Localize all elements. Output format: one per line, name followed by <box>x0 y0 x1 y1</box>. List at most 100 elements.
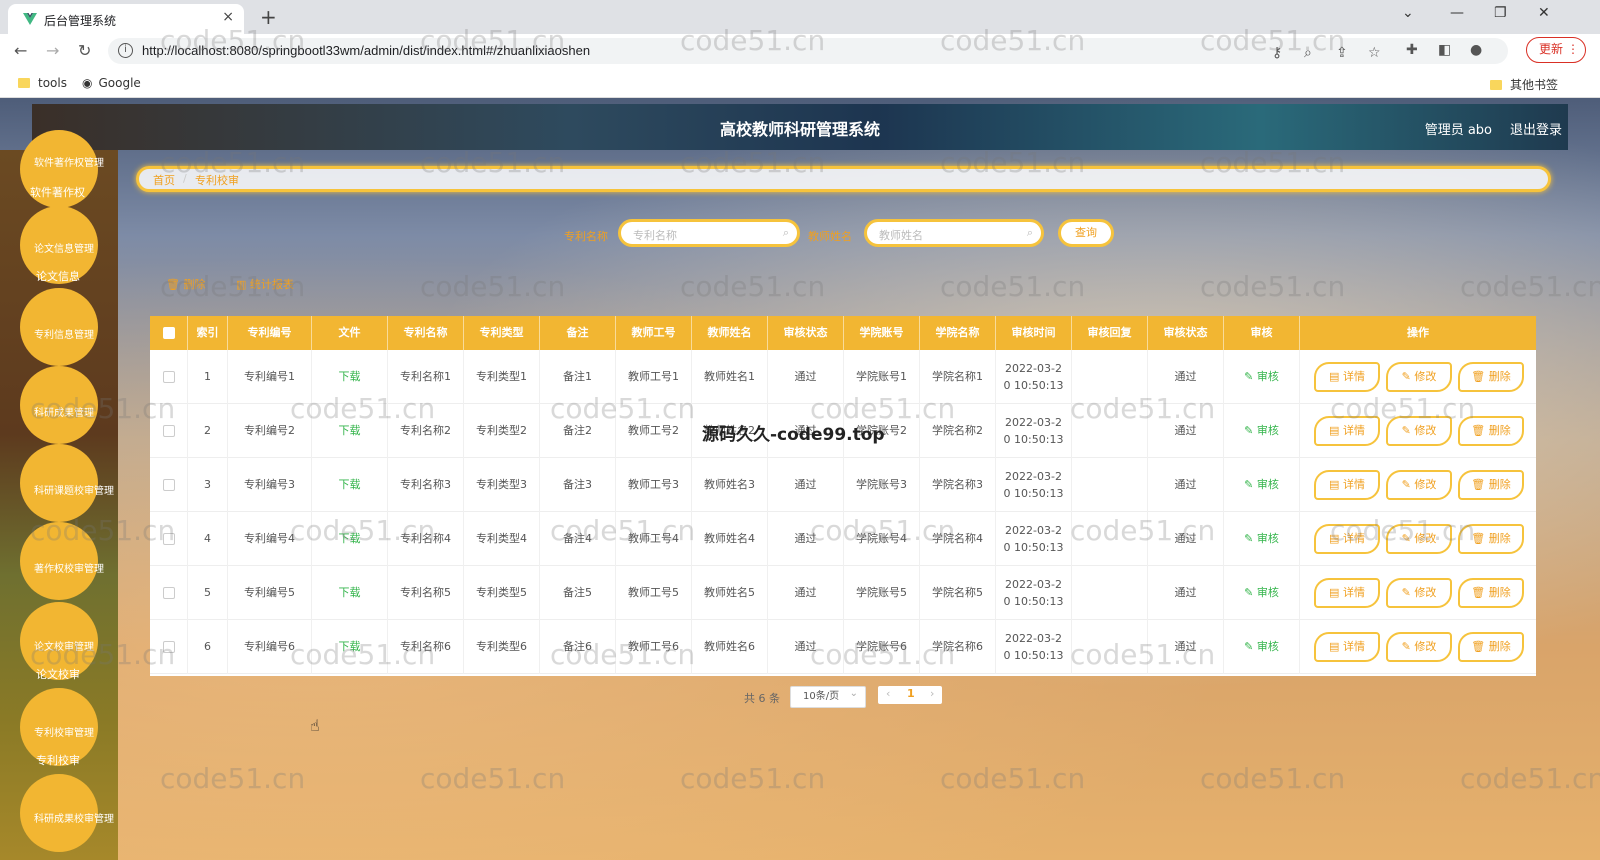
site-title: 高校教师科研管理系统 <box>719 120 880 139</box>
row-checkbox[interactable] <box>163 641 175 653</box>
zoom-icon[interactable]: ⌕ <box>1304 45 1312 61</box>
audit-link[interactable]: ✎ 审核 <box>1224 404 1300 458</box>
update-button[interactable]: 更新 ⋮ <box>1526 37 1586 63</box>
header-cell: 专利编号 <box>228 316 312 350</box>
edit-button[interactable]: ✎ 修改 <box>1386 470 1452 500</box>
reload-icon[interactable]: ↻ <box>78 41 91 60</box>
sidebar-subitem-label[interactable]: 软件著作权 <box>30 184 85 200</box>
patent-name-input[interactable]: 专利名称 ⌕ <box>618 219 800 247</box>
row-checkbox[interactable] <box>163 371 175 383</box>
audit-time-cell: 2022-03-2 0 10:50:13 <box>996 404 1072 458</box>
page-number-current[interactable]: 1 <box>907 687 915 700</box>
header-select-all[interactable] <box>150 316 188 350</box>
audit-link[interactable]: ✎ 审核 <box>1224 566 1300 620</box>
download-link[interactable]: 下载 <box>312 512 388 566</box>
batch-delete-label: 删除 <box>183 278 206 291</box>
detail-button[interactable]: ▤ 详情 <box>1314 416 1380 446</box>
teacher-name-placeholder: 教师姓名 <box>879 229 923 242</box>
delete-button[interactable]: 🗑 删除 <box>1458 578 1524 608</box>
sidebar-item-label: 著作权校审管理 <box>34 564 104 575</box>
logout-link[interactable]: 退出登录 <box>1510 119 1562 138</box>
back-icon[interactable]: ← <box>14 41 27 60</box>
site-info-icon[interactable]: i <box>118 43 133 58</box>
next-page-icon[interactable]: › <box>930 687 934 700</box>
tab-close-icon[interactable]: × <box>222 9 234 25</box>
audit-link[interactable]: ✎ 审核 <box>1224 512 1300 566</box>
window-close-icon[interactable]: ✕ <box>1538 5 1550 21</box>
bookmark-tools[interactable]: tools <box>18 76 67 90</box>
delete-button[interactable]: 🗑 删除 <box>1458 362 1524 392</box>
forward-icon[interactable]: → <box>46 41 59 60</box>
edit-button[interactable]: ✎ 修改 <box>1386 362 1452 392</box>
teacher-name-input[interactable]: 教师姓名 ⌕ <box>864 219 1044 247</box>
row-checkbox[interactable] <box>163 533 175 545</box>
doc-icon: ▤ <box>1329 532 1340 545</box>
status-cell: 通过 <box>1148 512 1224 566</box>
row-select-cell[interactable] <box>150 512 188 566</box>
stats-report-button[interactable]: ▥ 统计报表 <box>236 276 294 292</box>
audit-link[interactable]: ✎ 审核 <box>1224 350 1300 404</box>
prev-page-icon[interactable]: ‹ <box>886 687 890 700</box>
edit-button[interactable]: ✎ 修改 <box>1386 524 1452 554</box>
row-checkbox[interactable] <box>163 587 175 599</box>
url-text[interactable]: http://localhost:8080/springbootl33wm/ad… <box>142 43 590 58</box>
download-link[interactable]: 下载 <box>312 566 388 620</box>
table-row: 4 专利编号4 下载 专利名称4 专利类型4 备注4 教师工号4 教师姓名4 通过 学院账号4 学院… <box>150 512 1536 566</box>
key-icon[interactable]: ⚷ <box>1272 45 1282 61</box>
share-icon[interactable]: ⇪ <box>1336 45 1348 61</box>
other-bookmarks[interactable]: 其他书签 <box>1490 76 1558 93</box>
college-cell: 学院名称4 <box>920 512 996 566</box>
row-select-cell[interactable] <box>150 350 188 404</box>
edit-button[interactable]: ✎ 修改 <box>1386 632 1452 662</box>
extensions-icon[interactable]: ✚ <box>1406 42 1418 58</box>
delete-button[interactable]: 🗑 删除 <box>1458 416 1524 446</box>
minimize-icon[interactable]: — <box>1450 5 1464 21</box>
delete-button[interactable]: 🗑 删除 <box>1458 470 1524 500</box>
doc-icon: ▤ <box>1329 478 1340 491</box>
bookmark-label: Google <box>98 76 141 90</box>
row-select-cell[interactable] <box>150 458 188 512</box>
sidebar-subitem-label[interactable]: 专利校审 <box>36 752 80 768</box>
audit-link[interactable]: ✎ 审核 <box>1224 458 1300 512</box>
audit-link[interactable]: ✎ 审核 <box>1224 620 1300 674</box>
detail-button[interactable]: ▤ 详情 <box>1314 632 1380 662</box>
download-link[interactable]: 下载 <box>312 458 388 512</box>
bookmark-star-icon[interactable]: ☆ <box>1368 45 1381 61</box>
batch-delete-button[interactable]: 🗑 删除 <box>166 276 205 292</box>
row-checkbox[interactable] <box>163 425 175 437</box>
sidebar-subitem-label[interactable]: 论文校审 <box>36 666 80 682</box>
row-checkbox[interactable] <box>163 479 175 491</box>
detail-button[interactable]: ▤ 详情 <box>1314 524 1380 554</box>
restore-icon[interactable]: ❐ <box>1494 5 1507 21</box>
side-panel-icon[interactable]: ◧ <box>1438 42 1451 58</box>
sidebar-item-label: 软件著作权管理 <box>34 158 104 169</box>
detail-button[interactable]: ▤ 详情 <box>1314 470 1380 500</box>
page-size-select[interactable]: 10条/页 <box>790 684 866 708</box>
edit-button[interactable]: ✎ 修改 <box>1386 416 1452 446</box>
bookmark-google[interactable]: ◉ Google <box>82 76 141 90</box>
row-select-cell[interactable] <box>150 404 188 458</box>
download-link[interactable]: 下载 <box>312 350 388 404</box>
query-button[interactable]: 查询 <box>1058 219 1114 247</box>
browser-toolbar: ← → ↻ i http://localhost:8080/springboot… <box>0 34 1600 68</box>
pencil-icon: ✎ <box>1401 370 1411 383</box>
detail-button[interactable]: ▤ 详情 <box>1314 578 1380 608</box>
browser-tab[interactable]: 后台管理系统 × <box>8 4 244 34</box>
sidebar-subitem-label[interactable]: 论文信息 <box>36 268 80 284</box>
profile-icon[interactable]: ● <box>1470 42 1482 58</box>
row-select-cell[interactable] <box>150 566 188 620</box>
audit-time-line1: 2022-03-2 <box>1005 470 1062 483</box>
tname-cell: 教师姓名4 <box>692 512 768 566</box>
breadcrumb-home[interactable]: 首页 <box>153 172 175 188</box>
edit-button[interactable]: ✎ 修改 <box>1386 578 1452 608</box>
download-link[interactable]: 下载 <box>312 620 388 674</box>
tab-search-chevron-icon[interactable]: ⌄ <box>1402 5 1414 21</box>
detail-button[interactable]: ▤ 详情 <box>1314 362 1380 392</box>
download-link[interactable]: 下载 <box>312 404 388 458</box>
select-all-checkbox[interactable] <box>163 327 175 339</box>
delete-button[interactable]: 🗑 删除 <box>1458 524 1524 554</box>
row-select-cell[interactable] <box>150 620 188 674</box>
delete-button[interactable]: 🗑 删除 <box>1458 632 1524 662</box>
new-tab-icon[interactable]: + <box>260 5 277 29</box>
address-bar[interactable]: i http://localhost:8080/springbootl33wm/… <box>108 38 1508 64</box>
